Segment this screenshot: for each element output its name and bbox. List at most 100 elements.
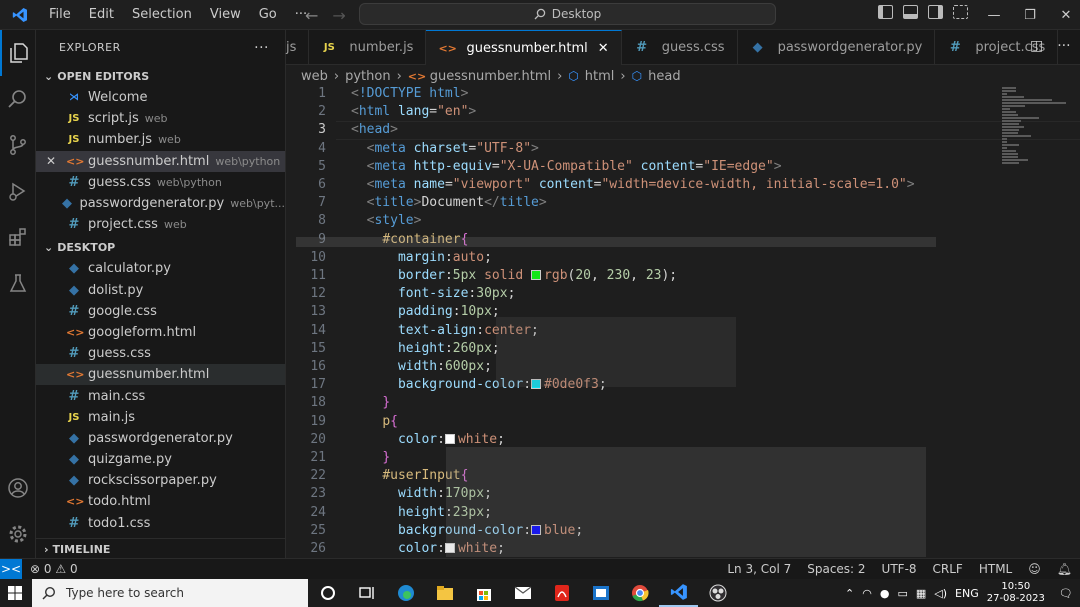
language-mode[interactable]: HTML <box>971 562 1020 576</box>
desktop-file-item[interactable]: # google.css <box>36 301 285 322</box>
pdf-reader-icon[interactable] <box>542 579 581 607</box>
taskbar-search-box[interactable]: Type here to search <box>32 579 308 607</box>
desktop-file-item[interactable]: JS main.js <box>36 407 285 428</box>
customize-layout-icon[interactable] <box>953 5 968 19</box>
volume-icon[interactable]: ◁) <box>934 587 947 600</box>
command-center-search[interactable]: Desktop <box>359 3 776 25</box>
back-arrow-icon[interactable]: ← <box>305 6 318 25</box>
battery-icon[interactable]: ▭ <box>897 587 907 600</box>
notes-app-icon[interactable] <box>581 579 620 607</box>
chrome-browser-icon[interactable] <box>620 579 659 607</box>
accounts-icon[interactable] <box>0 465 36 511</box>
desktop-file-item[interactable]: ◆ passwordgenerator.py <box>36 428 285 449</box>
breadcrumb-item[interactable]: html <box>585 69 615 84</box>
indentation[interactable]: Spaces: 2 <box>799 562 873 576</box>
split-editor-icon[interactable]: ◫ <box>1030 38 1043 54</box>
wifi-icon[interactable]: ◠ <box>862 587 872 600</box>
desktop-file-item[interactable]: ◆ quizgame.py <box>36 449 285 470</box>
toggle-panel-icon[interactable] <box>903 5 918 19</box>
restore-button[interactable]: ❐ <box>1012 0 1048 30</box>
open-editor-item[interactable]: JS script.js web <box>36 108 285 129</box>
toggle-secondary-sidebar-icon[interactable] <box>928 5 943 19</box>
desktop-file-item[interactable]: ◆ rockscissorpaper.py <box>36 470 285 491</box>
breadcrumb-item[interactable]: head <box>648 69 680 84</box>
desktop-file-item[interactable]: ◆ dolist.py <box>36 280 285 301</box>
more-actions-icon[interactable]: ··· <box>1057 38 1070 54</box>
desktop-file-item[interactable]: <> googleform.html <box>36 322 285 343</box>
search-icon[interactable] <box>0 76 36 122</box>
explorer-more-actions[interactable]: ··· <box>254 40 269 56</box>
vscode-logo-icon[interactable] <box>0 0 40 30</box>
tray-chevron-up-icon[interactable]: ⌃ <box>845 587 854 600</box>
testing-flask-icon[interactable] <box>0 260 36 306</box>
encoding[interactable]: UTF-8 <box>874 562 925 576</box>
desktop-file-item[interactable]: # guess.css <box>36 343 285 364</box>
extensions-icon[interactable] <box>0 214 36 260</box>
end-of-line[interactable]: CRLF <box>925 562 971 576</box>
remote-indicator[interactable]: >< <box>0 558 22 580</box>
desktop-file-item[interactable]: # todo1.css <box>36 513 285 534</box>
open-editors-header[interactable]: ⌄ OPEN EDITORS <box>36 65 285 87</box>
file-name: passwordgenerator.py <box>88 430 233 446</box>
desktop-file-item[interactable]: <> todo.html <box>36 491 285 512</box>
source-control-icon[interactable] <box>0 122 36 168</box>
obs-studio-icon[interactable] <box>698 579 737 607</box>
menu-file[interactable]: File <box>40 0 80 30</box>
run-debug-icon[interactable] <box>0 168 36 214</box>
feedback-icon[interactable]: ☺ <box>1020 562 1049 576</box>
editor-tab[interactable]: js <box>286 30 310 65</box>
timeline-header[interactable]: › TIMELINE <box>36 538 285 558</box>
editor-tab[interactable]: <> guessnumber.html ✕ <box>426 30 622 65</box>
code-text: <head> <box>351 121 398 139</box>
file-explorer-icon[interactable] <box>425 579 464 607</box>
desktop-file-item[interactable]: ◆ calculator.py <box>36 258 285 279</box>
microsoft-store-icon[interactable] <box>464 579 503 607</box>
edge-browser-icon[interactable] <box>386 579 425 607</box>
minimap-line <box>1002 141 1008 143</box>
editor-tab[interactable]: # guess.css <box>622 30 738 65</box>
cortana-icon[interactable] <box>308 579 347 607</box>
breadcrumb-item[interactable]: python <box>345 69 390 84</box>
code-editor[interactable]: 1 <!DOCTYPE html> 2 <html lang="en"> 3 <head>… <box>286 87 1080 558</box>
breadcrumb-item[interactable]: guessnumber.html <box>430 69 551 84</box>
breadcrumb-item[interactable]: web <box>301 69 328 84</box>
desktop-file-item[interactable]: <> guessnumber.html <box>36 364 285 386</box>
windows-start-icon[interactable] <box>0 579 30 607</box>
notification-center-icon[interactable]: 🗨︎ <box>1059 587 1073 600</box>
editor-tab[interactable]: JS number.js <box>309 30 427 65</box>
notifications-bell-icon[interactable]: 🔔︎ <box>1049 562 1080 576</box>
open-editor-item[interactable]: ⋊ Welcome <box>36 87 285 108</box>
task-view-icon[interactable] <box>347 579 386 607</box>
menu-go[interactable]: Go <box>250 0 286 30</box>
current-line-highlight <box>336 121 1080 140</box>
problems-indicator[interactable]: ⊗ 0 ⚠ 0 <box>22 562 86 576</box>
clock[interactable]: 10:50 27-08-2023 <box>987 581 1045 605</box>
close-window-button[interactable]: ✕ <box>1048 0 1080 30</box>
explorer-files-icon[interactable] <box>0 30 36 76</box>
close-icon[interactable]: ✕ <box>36 154 66 168</box>
cursor-position[interactable]: Ln 3, Col 7 <box>719 562 799 576</box>
menu-view[interactable]: View <box>201 0 250 30</box>
settings-gear-icon[interactable] <box>0 511 36 557</box>
language-indicator[interactable]: ENG <box>955 587 979 600</box>
desktop-folder-header[interactable]: ⌄ DESKTOP <box>36 236 285 258</box>
mic-icon[interactable]: ● <box>880 587 890 600</box>
vscode-taskbar-icon[interactable] <box>659 579 698 607</box>
open-editor-item[interactable]: ◆ passwordgenerator.py web\pyt... <box>36 193 285 214</box>
open-editor-item[interactable]: # project.css web <box>36 214 285 235</box>
menu-edit[interactable]: Edit <box>80 0 123 30</box>
file-name: main.css <box>88 388 146 404</box>
open-editor-item[interactable]: ✕ <> guessnumber.html web\python <box>36 150 285 172</box>
forward-arrow-icon[interactable]: → <box>332 6 345 25</box>
network-icon[interactable]: ▦ <box>916 587 926 600</box>
open-editor-item[interactable]: # guess.css web\python <box>36 172 285 193</box>
minimap[interactable] <box>1000 87 1070 247</box>
minimize-button[interactable]: — <box>976 0 1012 30</box>
mail-icon[interactable] <box>503 579 542 607</box>
toggle-primary-sidebar-icon[interactable] <box>878 5 893 19</box>
desktop-file-item[interactable]: # main.css <box>36 385 285 406</box>
editor-tab[interactable]: ◆ passwordgenerator.py <box>738 30 936 65</box>
tab-close-icon[interactable]: ✕ <box>598 41 609 56</box>
open-editor-item[interactable]: JS number.js web <box>36 129 285 150</box>
menu-selection[interactable]: Selection <box>123 0 201 30</box>
